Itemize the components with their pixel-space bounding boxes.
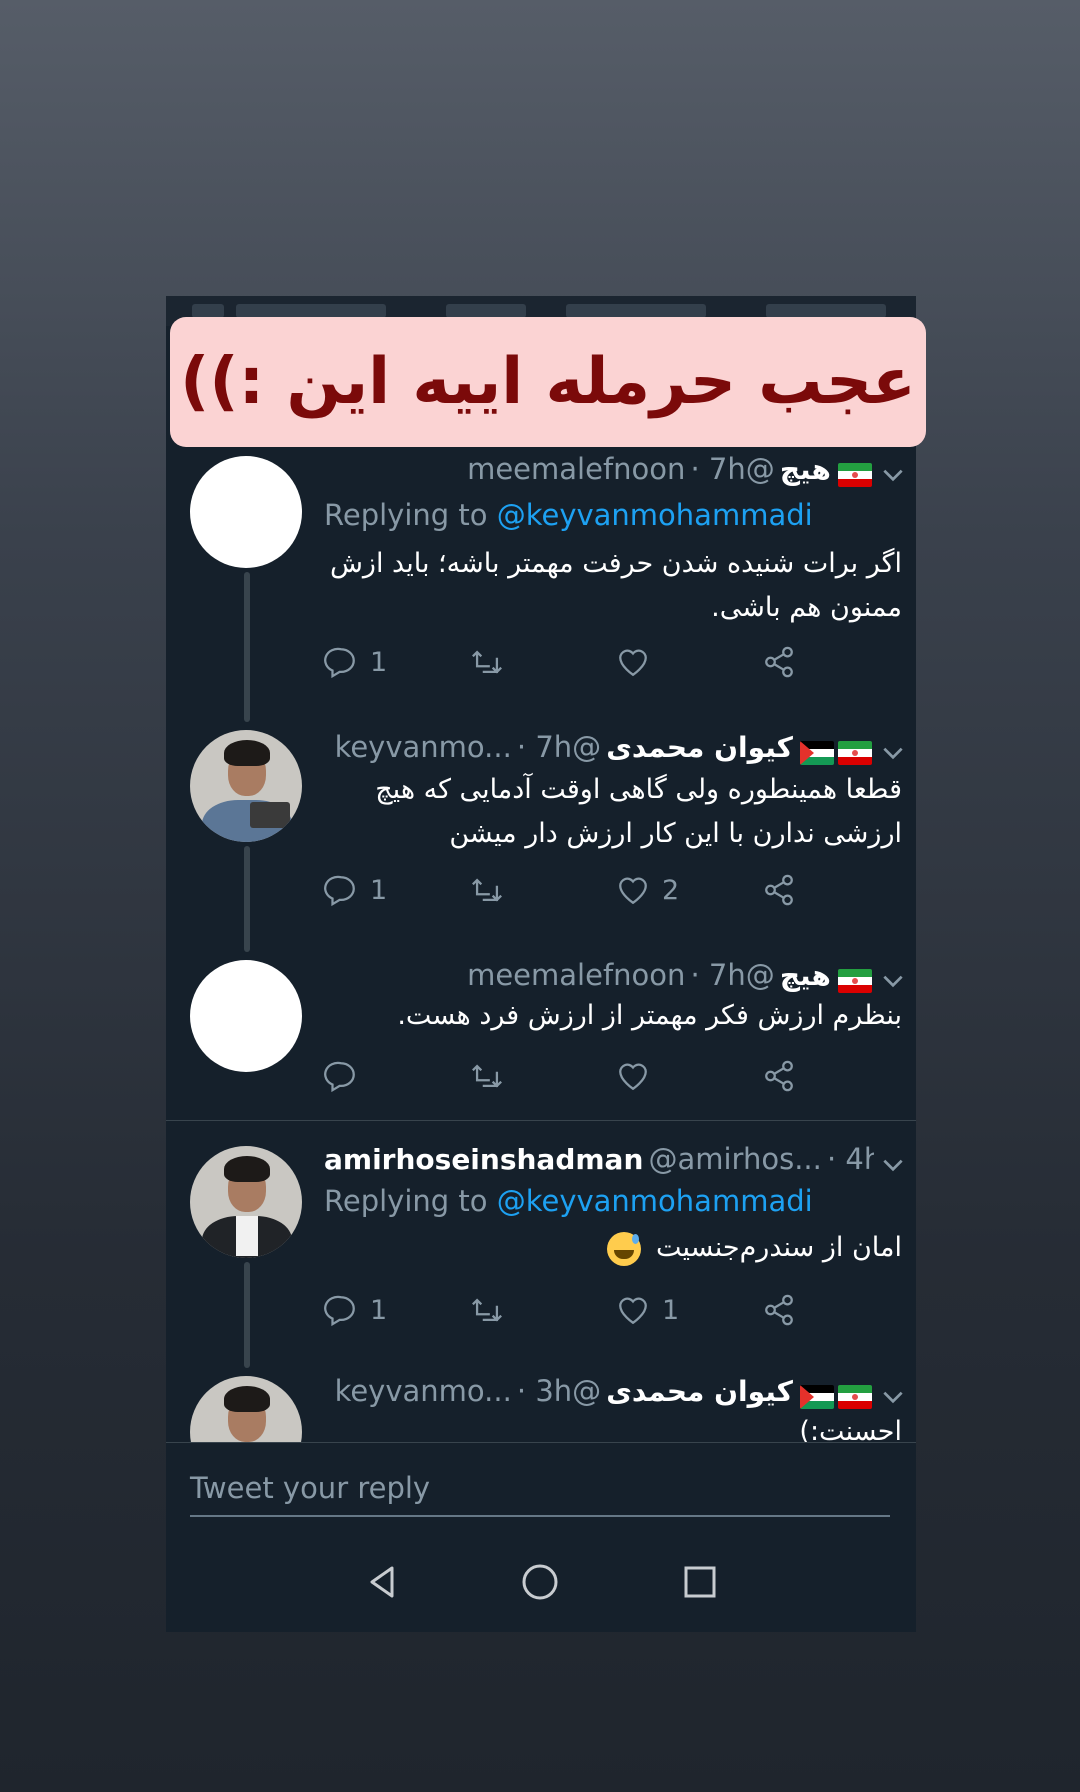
like-button[interactable] bbox=[616, 642, 662, 682]
retweet-icon bbox=[472, 878, 502, 902]
iran-flag-icon bbox=[838, 740, 872, 765]
tweet-header: کیوان محمدی @keyvanmo... · 7h bbox=[324, 730, 874, 770]
caption-text: عجب حرمله اییه این :)) bbox=[180, 345, 916, 419]
retweet-button[interactable] bbox=[470, 642, 516, 682]
heart-icon bbox=[619, 649, 647, 677]
tweet-time: · 3h bbox=[516, 1374, 573, 1408]
replying-to: Replying to @keyvanmohammadi bbox=[324, 498, 813, 532]
phone-screen: هیچ @meemalefnoon · 7h Replying to @keyv… bbox=[166, 296, 916, 1632]
tweet-actions: 1 bbox=[324, 642, 884, 682]
divider bbox=[166, 1120, 916, 1121]
display-name[interactable]: amirhoseinshadman bbox=[324, 1143, 643, 1176]
home-circle-icon[interactable] bbox=[520, 1562, 560, 1602]
tweet-text: قطعا همینطوره ولی گاهی اوقت آدمایی که هی… bbox=[375, 774, 902, 849]
tweet-actions: 1 1 bbox=[324, 1290, 884, 1330]
tweet-actions bbox=[324, 1056, 884, 1096]
display-name[interactable]: هیچ bbox=[780, 453, 831, 486]
tweet-header: amirhoseinshadman @amirhos... · 4h bbox=[324, 1142, 874, 1182]
display-name[interactable]: هیچ bbox=[780, 959, 831, 992]
reply-count: 1 bbox=[370, 646, 388, 678]
tweet-reply-input[interactable]: Tweet your reply bbox=[190, 1471, 890, 1517]
retweet-button[interactable] bbox=[470, 1056, 516, 1096]
like-count: 1 bbox=[662, 1294, 680, 1326]
reply-count: 1 bbox=[370, 1294, 388, 1326]
heart-icon bbox=[619, 1297, 647, 1325]
tweet-time: · 7h bbox=[690, 452, 746, 486]
thread-line bbox=[244, 846, 250, 952]
replying-prefix: Replying to bbox=[324, 498, 488, 532]
reply-icon bbox=[324, 1061, 355, 1093]
display-name[interactable]: کیوان محمدی bbox=[606, 731, 793, 764]
avatar[interactable] bbox=[190, 456, 302, 568]
reply-icon bbox=[324, 875, 355, 907]
tweet-time: · 7h bbox=[690, 958, 746, 992]
iran-flag-icon bbox=[838, 1384, 872, 1409]
replying-to: Replying to @keyvanmohammadi bbox=[324, 1184, 813, 1218]
retweet-button[interactable] bbox=[470, 1290, 516, 1330]
chevron-down-icon[interactable] bbox=[880, 462, 906, 488]
tweet-time: · 7h bbox=[516, 730, 573, 764]
share-icon bbox=[765, 1294, 793, 1326]
share-button[interactable] bbox=[762, 642, 796, 682]
tweet-text-content: امان از سندرم‌جنسیت bbox=[655, 1232, 902, 1263]
palestine-flag-icon bbox=[800, 740, 834, 765]
palestine-flag-icon bbox=[800, 1384, 834, 1409]
reply-count: 1 bbox=[370, 874, 388, 906]
avatar[interactable] bbox=[190, 730, 302, 842]
heart-icon bbox=[619, 1063, 647, 1091]
iran-flag-icon bbox=[838, 968, 872, 993]
retweet-icon bbox=[472, 1064, 502, 1088]
tweet-text: امان از سندرم‌جنسیت bbox=[324, 1226, 902, 1270]
avatar[interactable] bbox=[190, 1146, 302, 1258]
retweet-icon bbox=[472, 650, 502, 674]
display-name[interactable]: کیوان محمدی bbox=[606, 1375, 793, 1408]
back-triangle-icon[interactable] bbox=[362, 1562, 402, 1602]
like-button[interactable] bbox=[616, 1056, 662, 1096]
reply-button[interactable] bbox=[324, 1056, 370, 1096]
like-button[interactable]: 2 bbox=[616, 870, 679, 910]
caption-banner: عجب حرمله اییه این :)) bbox=[170, 317, 926, 447]
share-icon bbox=[765, 646, 793, 678]
retweet-icon bbox=[472, 1298, 502, 1322]
heart-icon bbox=[619, 877, 647, 905]
like-button[interactable]: 1 bbox=[616, 1290, 679, 1330]
reply-button[interactable]: 1 bbox=[324, 642, 387, 682]
chevron-down-icon[interactable] bbox=[880, 1152, 906, 1178]
tweet-text: بنظرم ارزش فکر مهمتر از ارزش فرد هست. bbox=[397, 1000, 902, 1031]
mention-link[interactable]: @keyvanmohammadi bbox=[497, 498, 813, 532]
chevron-down-icon[interactable] bbox=[880, 740, 906, 766]
chevron-down-icon[interactable] bbox=[880, 1384, 906, 1410]
tweet-header: هیچ @meemalefnoon · 7h bbox=[324, 452, 874, 492]
iran-flag-icon bbox=[838, 462, 872, 487]
reply-button[interactable]: 1 bbox=[324, 1290, 387, 1330]
tweet-text: اگر برات شنیده شدن حرفت مهمتر باشه؛ باید… bbox=[329, 548, 902, 623]
sweat-smile-emoji-icon bbox=[607, 1231, 642, 1266]
user-handle[interactable]: @amirhos... bbox=[648, 1142, 821, 1176]
tweet-time: · 4h bbox=[826, 1142, 874, 1176]
share-button[interactable] bbox=[762, 870, 796, 910]
reply-icon bbox=[324, 1295, 355, 1327]
share-icon bbox=[765, 874, 793, 906]
reply-icon bbox=[324, 647, 355, 679]
android-nav-bar bbox=[166, 1532, 916, 1632]
share-button[interactable] bbox=[762, 1290, 796, 1330]
thread-line bbox=[244, 1262, 250, 1368]
share-button[interactable] bbox=[762, 1056, 796, 1096]
like-count: 2 bbox=[662, 874, 680, 906]
thread-line bbox=[244, 572, 250, 722]
tweet-header: هیچ @meemalefnoon · 7h bbox=[324, 958, 874, 998]
tweet-header: کیوان محمدی @keyvanmo... · 3h bbox=[324, 1374, 874, 1414]
mention-link[interactable]: @keyvanmohammadi bbox=[497, 1184, 813, 1218]
replying-prefix: Replying to bbox=[324, 1184, 488, 1218]
recents-square-icon[interactable] bbox=[680, 1562, 720, 1602]
avatar[interactable] bbox=[190, 960, 302, 1072]
tweet-actions: 1 2 bbox=[324, 870, 884, 910]
chevron-down-icon[interactable] bbox=[880, 968, 906, 994]
reply-button[interactable]: 1 bbox=[324, 870, 387, 910]
reply-bar: Tweet your reply bbox=[166, 1442, 916, 1533]
retweet-button[interactable] bbox=[470, 870, 516, 910]
share-icon bbox=[765, 1060, 793, 1092]
